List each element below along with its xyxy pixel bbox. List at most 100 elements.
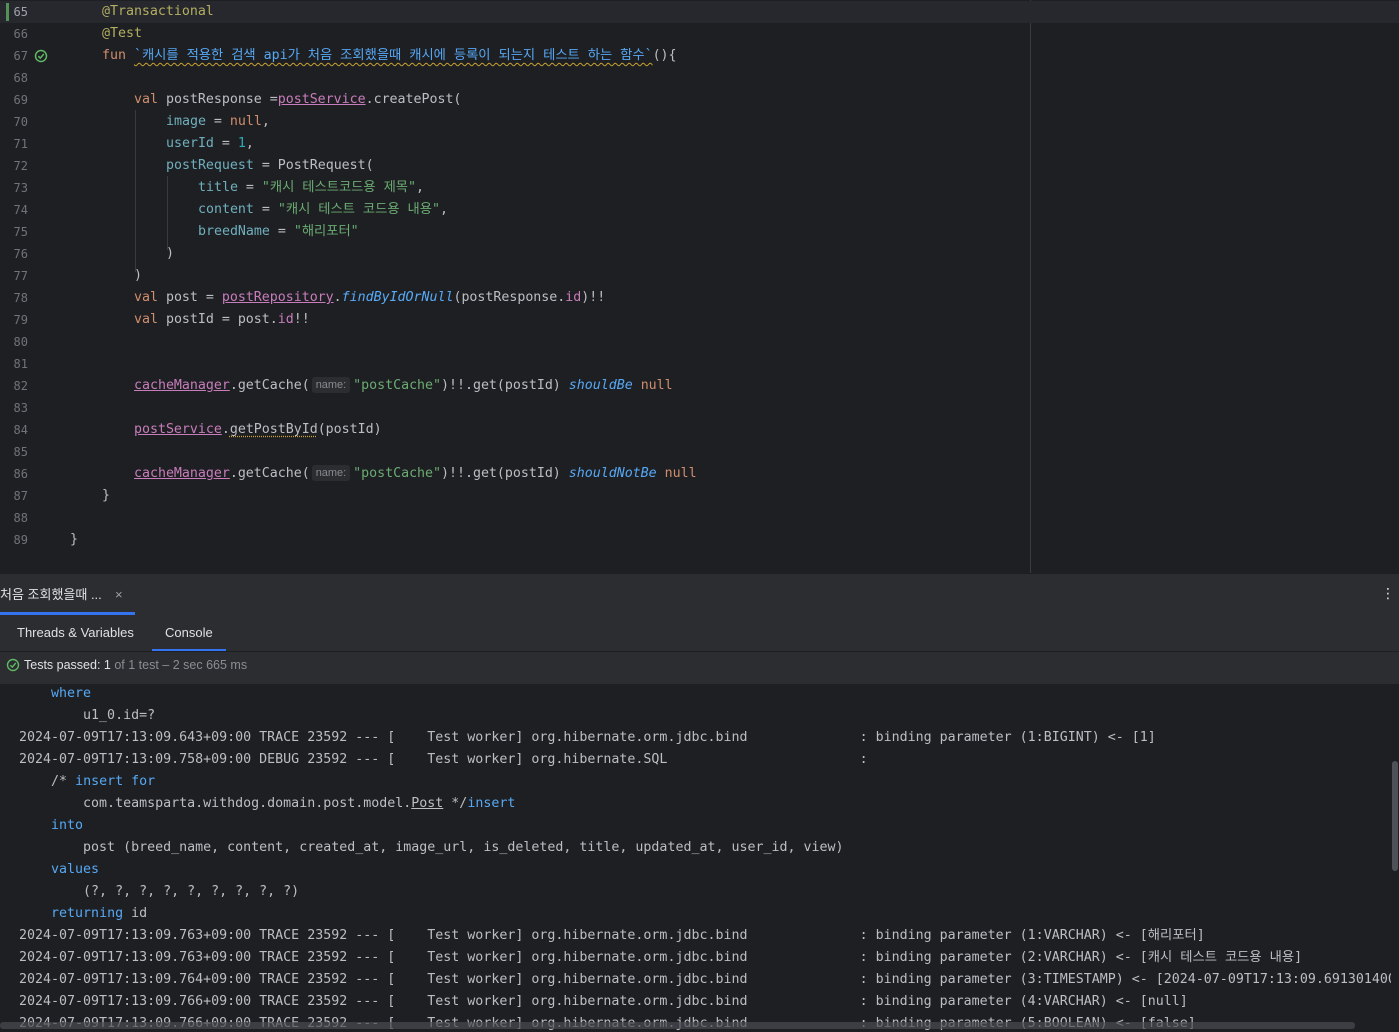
console-line: (?, ?, ?, ?, ?, ?, ?, ?, ?) — [19, 884, 300, 899]
code-line[interactable]: 82 cacheManager.getCache(name: "postCache… — [0, 375, 1399, 397]
code-line[interactable]: 79 val postId = post.id!! — [0, 309, 1399, 331]
test-status-text: Tests passed: 1 of 1 test – 2 sec 665 ms — [24, 658, 248, 672]
line-number: 70 — [13, 115, 28, 129]
code-text: ) — [166, 246, 174, 261]
line-number: 79 — [13, 313, 28, 327]
console-line: 2024-07-09T17:13:09.763+09:00 TRACE 2359… — [19, 950, 1303, 965]
code-line[interactable]: 68 — [0, 67, 1399, 89]
code-line[interactable]: 86 cacheManager.getCache(name: "postCache… — [0, 463, 1399, 485]
line-number: 89 — [13, 533, 28, 547]
console-line: 2024-07-09T17:13:09.764+09:00 TRACE 2359… — [19, 972, 1393, 987]
line-number: 76 — [13, 247, 28, 261]
tab-label: Console — [165, 625, 213, 640]
check-circle-icon — [6, 658, 20, 672]
code-text: content = "캐시 테스트 코드용 내용", — [198, 202, 448, 217]
line-number: 67 — [13, 49, 28, 63]
code-text: postRequest = PostRequest( — [166, 158, 374, 173]
code-line[interactable]: 70 image = null, — [0, 111, 1399, 133]
code-text: val postResponse =postService.createPost… — [134, 92, 462, 107]
line-number: 86 — [13, 467, 28, 481]
code-text: image = null, — [166, 114, 270, 129]
console-line: into — [51, 818, 84, 833]
code-line[interactable]: 83 — [0, 397, 1399, 419]
line-number: 74 — [13, 203, 28, 217]
code-text: val post = postRepository.findByIdOrNull… — [134, 290, 606, 305]
code-text: cacheManager.getCache(name: "postCache")!… — [134, 465, 697, 481]
tab-console[interactable]: Console — [152, 615, 226, 651]
line-number: 83 — [13, 401, 28, 415]
console-line: 2024-07-09T17:13:09.758+09:00 DEBUG 2359… — [19, 752, 868, 767]
code-line[interactable]: 78 val post = postRepository.findByIdOrN… — [0, 287, 1399, 309]
line-number: 68 — [13, 71, 28, 85]
line-number: 82 — [13, 379, 28, 393]
code-text: postService.getPostById(postId) — [134, 422, 382, 437]
vertical-scrollbar-track[interactable] — [1391, 685, 1399, 1032]
line-number: 87 — [13, 489, 28, 503]
code-line[interactable]: 77 ) — [0, 265, 1399, 287]
parameter-name-hint: name: — [311, 465, 351, 481]
code-line[interactable]: 80 — [0, 331, 1399, 353]
close-icon[interactable]: × — [115, 574, 123, 615]
debug-sub-tabs: Threads & Variables Console — [0, 615, 1399, 652]
console-line: /* insert for — [51, 774, 156, 789]
console-line: returning id — [51, 906, 148, 921]
more-options-icon[interactable]: ⋮ — [1381, 586, 1395, 602]
line-number: 84 — [13, 423, 28, 437]
run-tab-bar: 처음 조회했을때 ... × ⋮ — [0, 573, 1399, 616]
run-tool-window: 처음 조회했을때 ... × ⋮ Threads & Variables Con… — [0, 573, 1399, 1032]
line-number: 80 — [13, 335, 28, 349]
code-text: breedName = "해리포터" — [198, 224, 359, 239]
code-line[interactable]: 66 @Test — [0, 23, 1399, 45]
horizontal-scrollbar[interactable] — [0, 1022, 1355, 1029]
code-line[interactable]: 88 — [0, 507, 1399, 529]
code-line[interactable]: 81 — [0, 353, 1399, 375]
code-text: title = "캐시 테스트코드용 제목", — [198, 180, 424, 195]
line-number: 78 — [13, 291, 28, 305]
run-config-tab[interactable]: 처음 조회했을때 ... × — [0, 574, 135, 615]
code-line[interactable]: 71 userId = 1, — [0, 133, 1399, 155]
console-line: com.teamsparta.withdog.domain.post.model… — [19, 796, 516, 811]
line-number: 72 — [13, 159, 28, 173]
line-number: 66 — [13, 27, 28, 41]
line-number: 77 — [13, 269, 28, 283]
line-number: 81 — [13, 357, 28, 371]
code-line[interactable]: 84 postService.getPostById(postId) — [0, 419, 1399, 441]
test-passed-run-icon[interactable] — [34, 49, 48, 63]
code-line[interactable]: 72 postRequest = PostRequest( — [0, 155, 1399, 177]
code-text: fun `캐시를 적용한 검색 api가 처음 조회했을때 캐시에 등록이 되는… — [102, 48, 677, 63]
line-number: 88 — [13, 511, 28, 525]
tab-threads-variables[interactable]: Threads & Variables — [17, 615, 134, 651]
vertical-scrollbar-thumb[interactable] — [1392, 761, 1398, 871]
console-line: 2024-07-09T17:13:09.766+09:00 TRACE 2359… — [19, 994, 1188, 1009]
tab-label: Threads & Variables — [17, 625, 134, 640]
code-editor[interactable]: 65 @Transactional 66 @Test 67 fun `캐시를 적… — [0, 0, 1399, 573]
line-number: 65 — [13, 5, 28, 19]
code-line[interactable]: 73 title = "캐시 테스트코드용 제목", — [0, 177, 1399, 199]
code-line[interactable]: 75 breedName = "해리포터" — [0, 221, 1399, 243]
code-text: userId = 1, — [166, 136, 254, 151]
console-line: where — [51, 686, 92, 701]
active-tab-indicator — [152, 649, 226, 651]
console-line: u1_0.id=? — [19, 708, 156, 723]
code-line[interactable]: 74 content = "캐시 테스트 코드용 내용", — [0, 199, 1399, 221]
line-number: 85 — [13, 445, 28, 459]
code-line[interactable]: 85 — [0, 441, 1399, 463]
code-line[interactable]: 69 val postResponse =postService.createP… — [0, 89, 1399, 111]
code-text: } — [70, 532, 78, 547]
console-line: values — [51, 862, 100, 877]
code-line[interactable]: 76 ) — [0, 243, 1399, 265]
code-line[interactable]: 65 @Transactional — [0, 1, 1399, 23]
code-line[interactable]: 87 } — [0, 485, 1399, 507]
parameter-name-hint: name: — [311, 377, 351, 393]
code-text: @Test — [102, 26, 142, 41]
console-output[interactable]: where u1_0.id=? 2024-07-09T17:13:09.643+0… — [0, 685, 1393, 1032]
code-text: } — [102, 488, 110, 503]
code-text: val postId = post.id!! — [134, 312, 310, 327]
line-number: 73 — [13, 181, 28, 195]
console-line: 2024-07-09T17:13:09.643+09:00 TRACE 2359… — [19, 730, 1156, 745]
code-text: @Transactional — [102, 4, 214, 19]
code-line[interactable]: 67 fun `캐시를 적용한 검색 api가 처음 조회했을때 캐시에 등록이… — [0, 45, 1399, 67]
code-text: cacheManager.getCache(name: "postCache")!… — [134, 377, 673, 393]
code-line[interactable]: 89 } — [0, 529, 1399, 551]
console-line: post (breed_name, content, created_at, i… — [19, 840, 844, 855]
